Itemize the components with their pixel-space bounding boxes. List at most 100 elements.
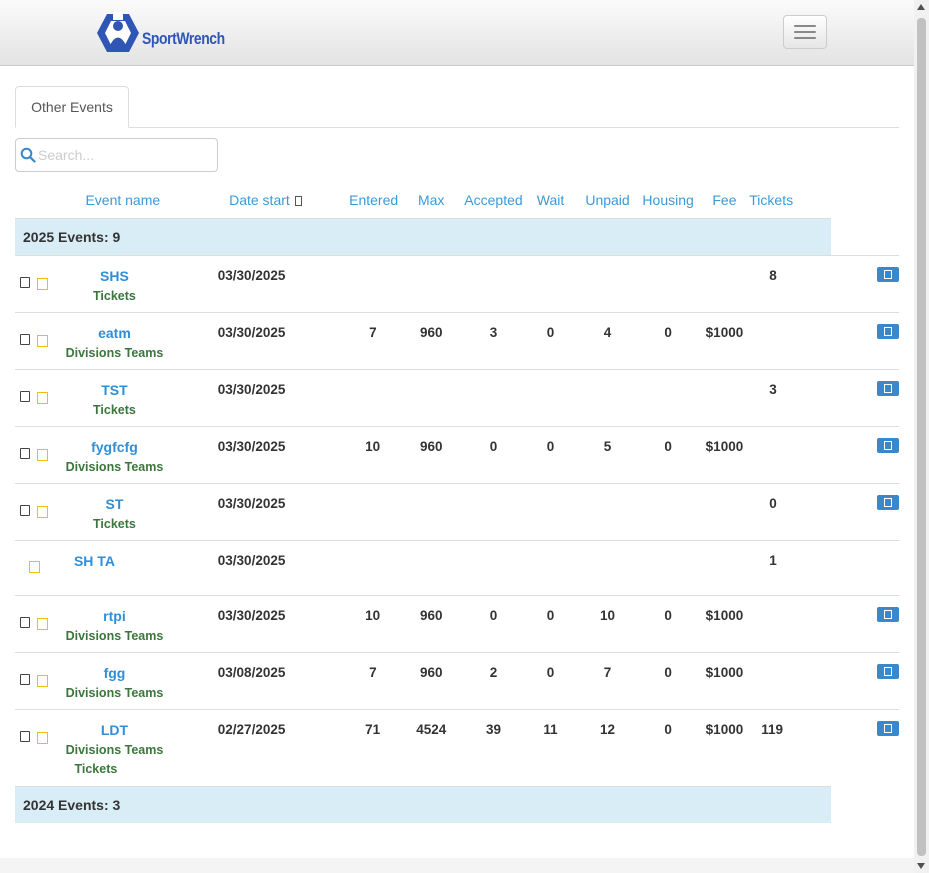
cell-entered xyxy=(349,482,399,540)
row-checkbox[interactable] xyxy=(20,447,31,459)
open-event-button[interactable] xyxy=(877,380,899,396)
col-accepted[interactable]: Accepted xyxy=(464,182,522,218)
event-name-link[interactable]: LDT xyxy=(49,722,179,738)
menu-toggle-button[interactable] xyxy=(783,15,827,49)
cell-accepted xyxy=(464,254,523,312)
logo[interactable]: SportWrench xyxy=(96,10,243,56)
cell-housing: 0 xyxy=(636,425,700,483)
event-name-link[interactable]: TST xyxy=(49,382,179,398)
row-checkbox[interactable] xyxy=(20,276,31,288)
cell-housing xyxy=(636,482,700,540)
table-row: LDT Divisions Teams Tickets 02/27/2025 71 452… xyxy=(15,708,899,786)
col-fee[interactable]: Fee xyxy=(700,182,750,218)
row-checkbox[interactable] xyxy=(20,504,31,516)
sportwrench-logo-icon xyxy=(97,12,139,52)
open-event-button[interactable] xyxy=(877,266,899,282)
col-max[interactable]: Max xyxy=(398,182,464,218)
favorite-star-icon[interactable] xyxy=(37,448,49,461)
tab-bar: Other Events xyxy=(15,86,899,128)
cell-max: 960 xyxy=(398,311,465,369)
row-checkbox[interactable] xyxy=(20,333,31,345)
tab-other-events[interactable]: Other Events xyxy=(15,86,129,128)
cell-entered: 7 xyxy=(349,651,399,709)
event-sub-link[interactable]: Divisions Teams xyxy=(49,743,179,757)
event-name-link[interactable]: fgg xyxy=(49,665,179,681)
open-event-button[interactable] xyxy=(877,323,899,339)
favorite-star-icon[interactable] xyxy=(29,560,41,573)
cell-wait xyxy=(522,254,579,312)
search-input[interactable] xyxy=(38,147,208,163)
event-sub-link[interactable]: Divisions Teams xyxy=(49,629,179,643)
open-event-button[interactable] xyxy=(877,494,899,510)
cell-accepted: 0 xyxy=(464,425,523,483)
col-unpaid[interactable]: Unpaid xyxy=(578,182,636,218)
cell-max: 960 xyxy=(398,425,465,483)
cell-wait xyxy=(522,368,579,426)
cell-tickets: 1 xyxy=(749,539,831,595)
event-date: 02/27/2025 xyxy=(211,708,350,786)
event-sub-link[interactable]: Tickets xyxy=(49,403,179,417)
vertical-scrollbar[interactable] xyxy=(914,0,929,873)
event-date: 03/30/2025 xyxy=(211,311,350,369)
event-sub-link[interactable]: Divisions Teams xyxy=(49,686,179,700)
col-housing[interactable]: Housing xyxy=(637,182,700,218)
cell-accepted: 0 xyxy=(464,594,523,652)
cell-fee: $1000 xyxy=(699,708,750,786)
col-entered[interactable]: Entered xyxy=(349,182,398,218)
row-checkbox[interactable] xyxy=(20,390,31,402)
cell-fee xyxy=(699,539,750,595)
cell-wait: 0 xyxy=(522,651,579,709)
favorite-star-icon[interactable] xyxy=(37,731,49,744)
events-body: 2025 Events: 9 SHS Tickets 03/30/2025 8 eatm D… xyxy=(15,217,899,823)
event-sub-link[interactable]: Tickets xyxy=(49,289,179,303)
cell-accepted: 3 xyxy=(464,311,523,369)
col-tickets[interactable]: Tickets xyxy=(749,182,831,218)
cell-entered: 7 xyxy=(349,311,399,369)
scroll-up-arrow-icon[interactable] xyxy=(917,4,925,10)
sort-icon xyxy=(294,195,302,206)
group-header-row: 2024 Events: 3 xyxy=(15,785,899,823)
cell-accepted: 2 xyxy=(464,651,523,709)
table-row: eatm Divisions Teams 03/30/2025 7 960 3 0 4 0 $10… xyxy=(15,311,899,369)
event-name-link[interactable]: ST xyxy=(49,496,179,512)
row-checkbox[interactable] xyxy=(20,673,31,685)
event-name-link[interactable]: SH TA xyxy=(29,553,159,569)
table-row: SH TA 03/30/2025 1 xyxy=(15,539,899,595)
scroll-down-arrow-icon[interactable] xyxy=(917,863,925,869)
event-sub-link[interactable]: Tickets xyxy=(49,517,179,531)
event-sub-link[interactable]: Tickets xyxy=(74,762,179,776)
open-event-button[interactable] xyxy=(877,663,899,679)
group-header-row: 2025 Events: 9 xyxy=(15,217,899,255)
event-name-link[interactable]: rtpi xyxy=(49,608,179,624)
col-date-start[interactable]: Date start xyxy=(212,182,349,218)
open-event-button[interactable] xyxy=(877,437,899,453)
favorite-star-icon[interactable] xyxy=(37,277,49,290)
brand-name: SportWrench xyxy=(142,29,225,48)
favorite-star-icon[interactable] xyxy=(37,674,49,687)
cell-max: 960 xyxy=(398,651,465,709)
col-wait[interactable]: Wait xyxy=(523,182,579,218)
cell-unpaid xyxy=(578,539,637,595)
event-sub-link[interactable]: Divisions Teams xyxy=(49,460,179,474)
cell-max xyxy=(398,482,465,540)
favorite-star-icon[interactable] xyxy=(37,391,49,404)
event-name-link[interactable]: SHS xyxy=(49,268,179,284)
favorite-star-icon[interactable] xyxy=(37,617,49,630)
col-event-name[interactable]: Event name xyxy=(49,182,211,218)
cell-entered: 10 xyxy=(349,594,399,652)
event-sub-link[interactable]: Divisions Teams xyxy=(49,346,179,360)
cell-entered: 71 xyxy=(349,708,399,786)
cell-fee: $1000 xyxy=(699,651,750,709)
cell-max: 4524 xyxy=(398,708,465,786)
row-checkbox[interactable] xyxy=(20,616,31,628)
favorite-star-icon[interactable] xyxy=(37,505,49,518)
event-name-link[interactable]: eatm xyxy=(49,325,179,341)
open-event-button[interactable] xyxy=(877,606,899,622)
favorite-star-icon[interactable] xyxy=(37,334,49,347)
event-name-link[interactable]: fygfcfg xyxy=(49,439,179,455)
table-header: Event name Date start Entered Max Accept… xyxy=(15,182,899,218)
cell-entered xyxy=(349,539,399,595)
row-checkbox[interactable] xyxy=(20,730,31,742)
scrollbar-thumb[interactable] xyxy=(917,18,926,856)
open-event-button[interactable] xyxy=(877,720,899,736)
